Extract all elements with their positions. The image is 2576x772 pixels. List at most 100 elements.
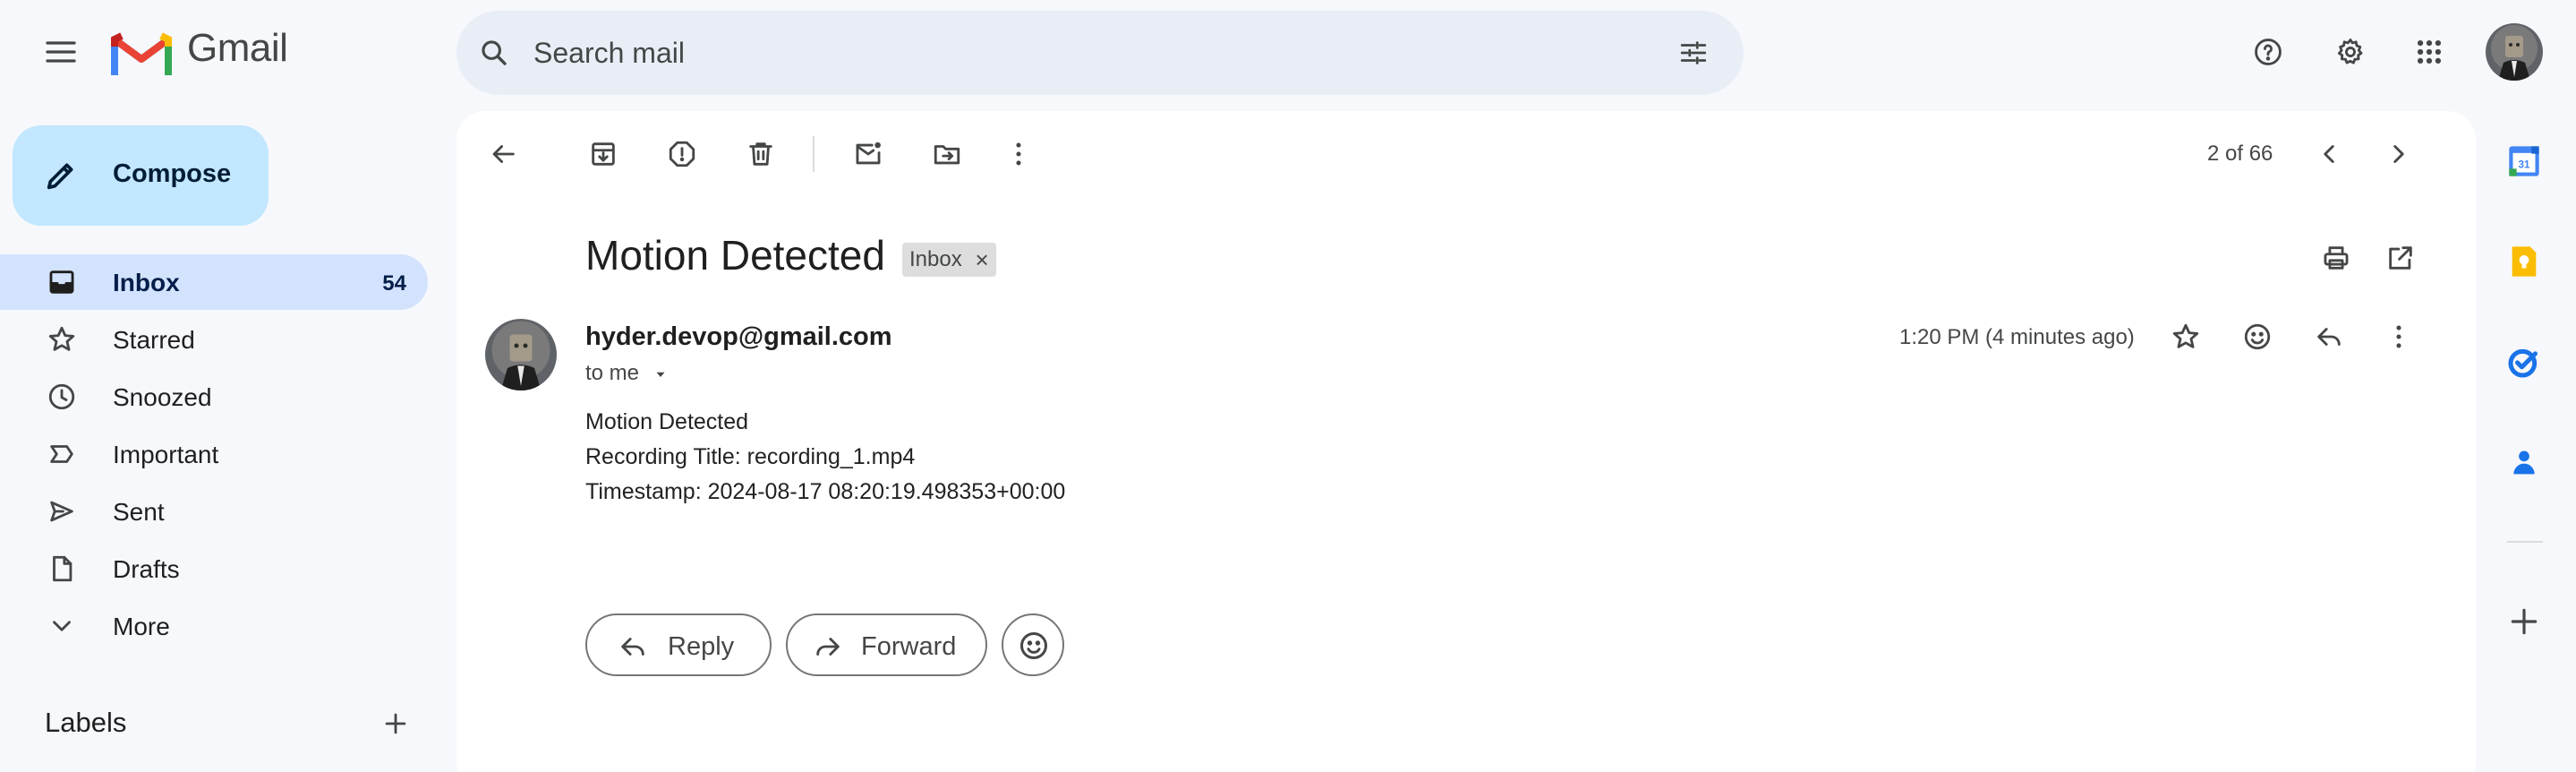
remove-label-button[interactable]: ×: [976, 243, 989, 277]
send-icon: [50, 501, 73, 522]
sidebar-item-label: Drafts: [113, 555, 180, 583]
archive-button[interactable]: [582, 133, 625, 176]
label-chip-text: Inbox: [909, 247, 962, 271]
help-button[interactable]: [2247, 30, 2290, 73]
pencil-icon: [47, 163, 73, 190]
avatar-image: [2486, 23, 2543, 81]
message-body-line: Timestamp: 2024-08-17 08:20:19.498353+00…: [585, 479, 1066, 504]
move-to-button[interactable]: [925, 133, 968, 176]
reply-button[interactable]: Reply: [585, 613, 772, 676]
pagination-text: 2 of 66: [2207, 142, 2273, 166]
tasks-icon: [2508, 348, 2538, 378]
account-avatar[interactable]: [2486, 23, 2543, 81]
add-icon: [2511, 608, 2538, 635]
settings-gear-icon: [2337, 39, 2363, 64]
inbox-icon: [49, 270, 74, 294]
search-button[interactable]: [473, 31, 516, 74]
reply-icon-button[interactable]: [2307, 315, 2350, 358]
chevron-right-icon: [2393, 145, 2404, 163]
unread-count: 54: [382, 271, 406, 296]
open-in-new-icon: [2389, 246, 2412, 270]
message-panel: [456, 111, 2476, 772]
search-options-icon: [1680, 41, 1707, 64]
message-subject: Motion Detected: [585, 232, 885, 279]
reply-label: Reply: [668, 632, 735, 661]
clock-icon: [48, 383, 75, 410]
app-name: Gmail: [187, 26, 288, 70]
keep-icon: [2512, 246, 2537, 277]
report-spam-button[interactable]: [661, 133, 704, 176]
sidebar-item-important[interactable]: Important: [0, 426, 428, 482]
emoji-icon: [1020, 632, 1047, 659]
delete-button[interactable]: [739, 133, 782, 176]
forward-label: Forward: [861, 632, 957, 661]
back-arrow-icon: [492, 145, 515, 163]
gmail-logo[interactable]: [111, 30, 172, 77]
more-vert-icon: [1016, 142, 1021, 166]
help-icon: [2255, 39, 2282, 65]
dropdown-arrow-icon: [656, 372, 665, 377]
sidebar-item-more[interactable]: More: [0, 598, 428, 654]
forward-button[interactable]: Forward: [786, 613, 987, 676]
message-time: 1:20 PM (4 minutes ago): [1899, 325, 2135, 349]
sender-email[interactable]: hyder.devop@gmail.com: [585, 322, 892, 352]
star-button[interactable]: [2164, 315, 2207, 358]
sidebar-item-sent[interactable]: Sent: [0, 484, 428, 539]
settings-button[interactable]: [2329, 30, 2372, 73]
avatar-image: [485, 319, 557, 390]
plus-icon: [385, 713, 406, 734]
mark-unread-icon: [856, 142, 881, 165]
print-icon: [2324, 246, 2349, 270]
sidebar-item-label: Snoozed: [113, 383, 212, 411]
main-menu-button[interactable]: [39, 30, 82, 73]
get-addons-button[interactable]: [2504, 602, 2544, 641]
sidebar-item-drafts[interactable]: Drafts: [0, 541, 428, 596]
message-body-line: Motion Detected: [585, 409, 749, 434]
message-body-line: Recording Title: recording_1.mp4: [585, 444, 916, 469]
contacts-app-button[interactable]: [2504, 442, 2544, 482]
forward-icon: [816, 638, 840, 656]
older-button[interactable]: [2377, 133, 2420, 176]
calendar-app-button[interactable]: 31: [2504, 142, 2544, 181]
draft-icon: [53, 555, 73, 582]
hamburger-menu-icon: [46, 41, 76, 63]
important-icon: [50, 445, 73, 463]
emoji-icon: [2244, 323, 2271, 350]
sender-avatar[interactable]: [485, 319, 557, 390]
recipient-text: to me: [585, 361, 640, 385]
delete-icon: [749, 142, 772, 166]
sidebar-item-starred[interactable]: Starred: [0, 312, 428, 367]
print-button[interactable]: [2315, 236, 2358, 279]
mark-unread-button[interactable]: [847, 133, 890, 176]
tasks-app-button[interactable]: [2504, 342, 2544, 382]
chevron-left-icon: [2324, 145, 2334, 163]
chevron-down-icon: [53, 621, 71, 631]
search-input[interactable]: [533, 11, 1608, 95]
keep-app-button[interactable]: [2504, 242, 2544, 281]
sidebar-item-inbox[interactable]: Inbox 54: [0, 254, 428, 310]
create-label-button[interactable]: [376, 704, 415, 743]
search-icon: [482, 40, 507, 65]
reply-icon: [2317, 328, 2341, 346]
label-chip[interactable]: Inbox ×: [902, 243, 996, 277]
recipient-details[interactable]: to me: [585, 361, 669, 386]
back-button[interactable]: [482, 133, 525, 176]
compose-label: Compose: [113, 159, 232, 188]
gmail-m-logo-icon: [111, 32, 172, 75]
search-options-button[interactable]: [1672, 31, 1715, 74]
add-reaction-button[interactable]: [2236, 315, 2279, 358]
emoji-reaction-button[interactable]: [1002, 613, 1064, 676]
archive-icon: [592, 142, 615, 166]
more-options-button[interactable]: [997, 133, 1040, 176]
newer-button[interactable]: [2307, 133, 2350, 176]
compose-button[interactable]: Compose: [13, 125, 269, 226]
message-more-button[interactable]: [2377, 315, 2420, 358]
toolbar-divider: [813, 136, 815, 172]
apps-button[interactable]: [2408, 30, 2451, 73]
sidebar-item-label: More: [113, 613, 170, 640]
search-bar[interactable]: [456, 11, 1744, 95]
star-icon: [2172, 323, 2199, 348]
open-new-window-button[interactable]: [2379, 236, 2422, 279]
svg-text:31: 31: [2519, 159, 2530, 171]
sidebar-item-snoozed[interactable]: Snoozed: [0, 369, 428, 425]
